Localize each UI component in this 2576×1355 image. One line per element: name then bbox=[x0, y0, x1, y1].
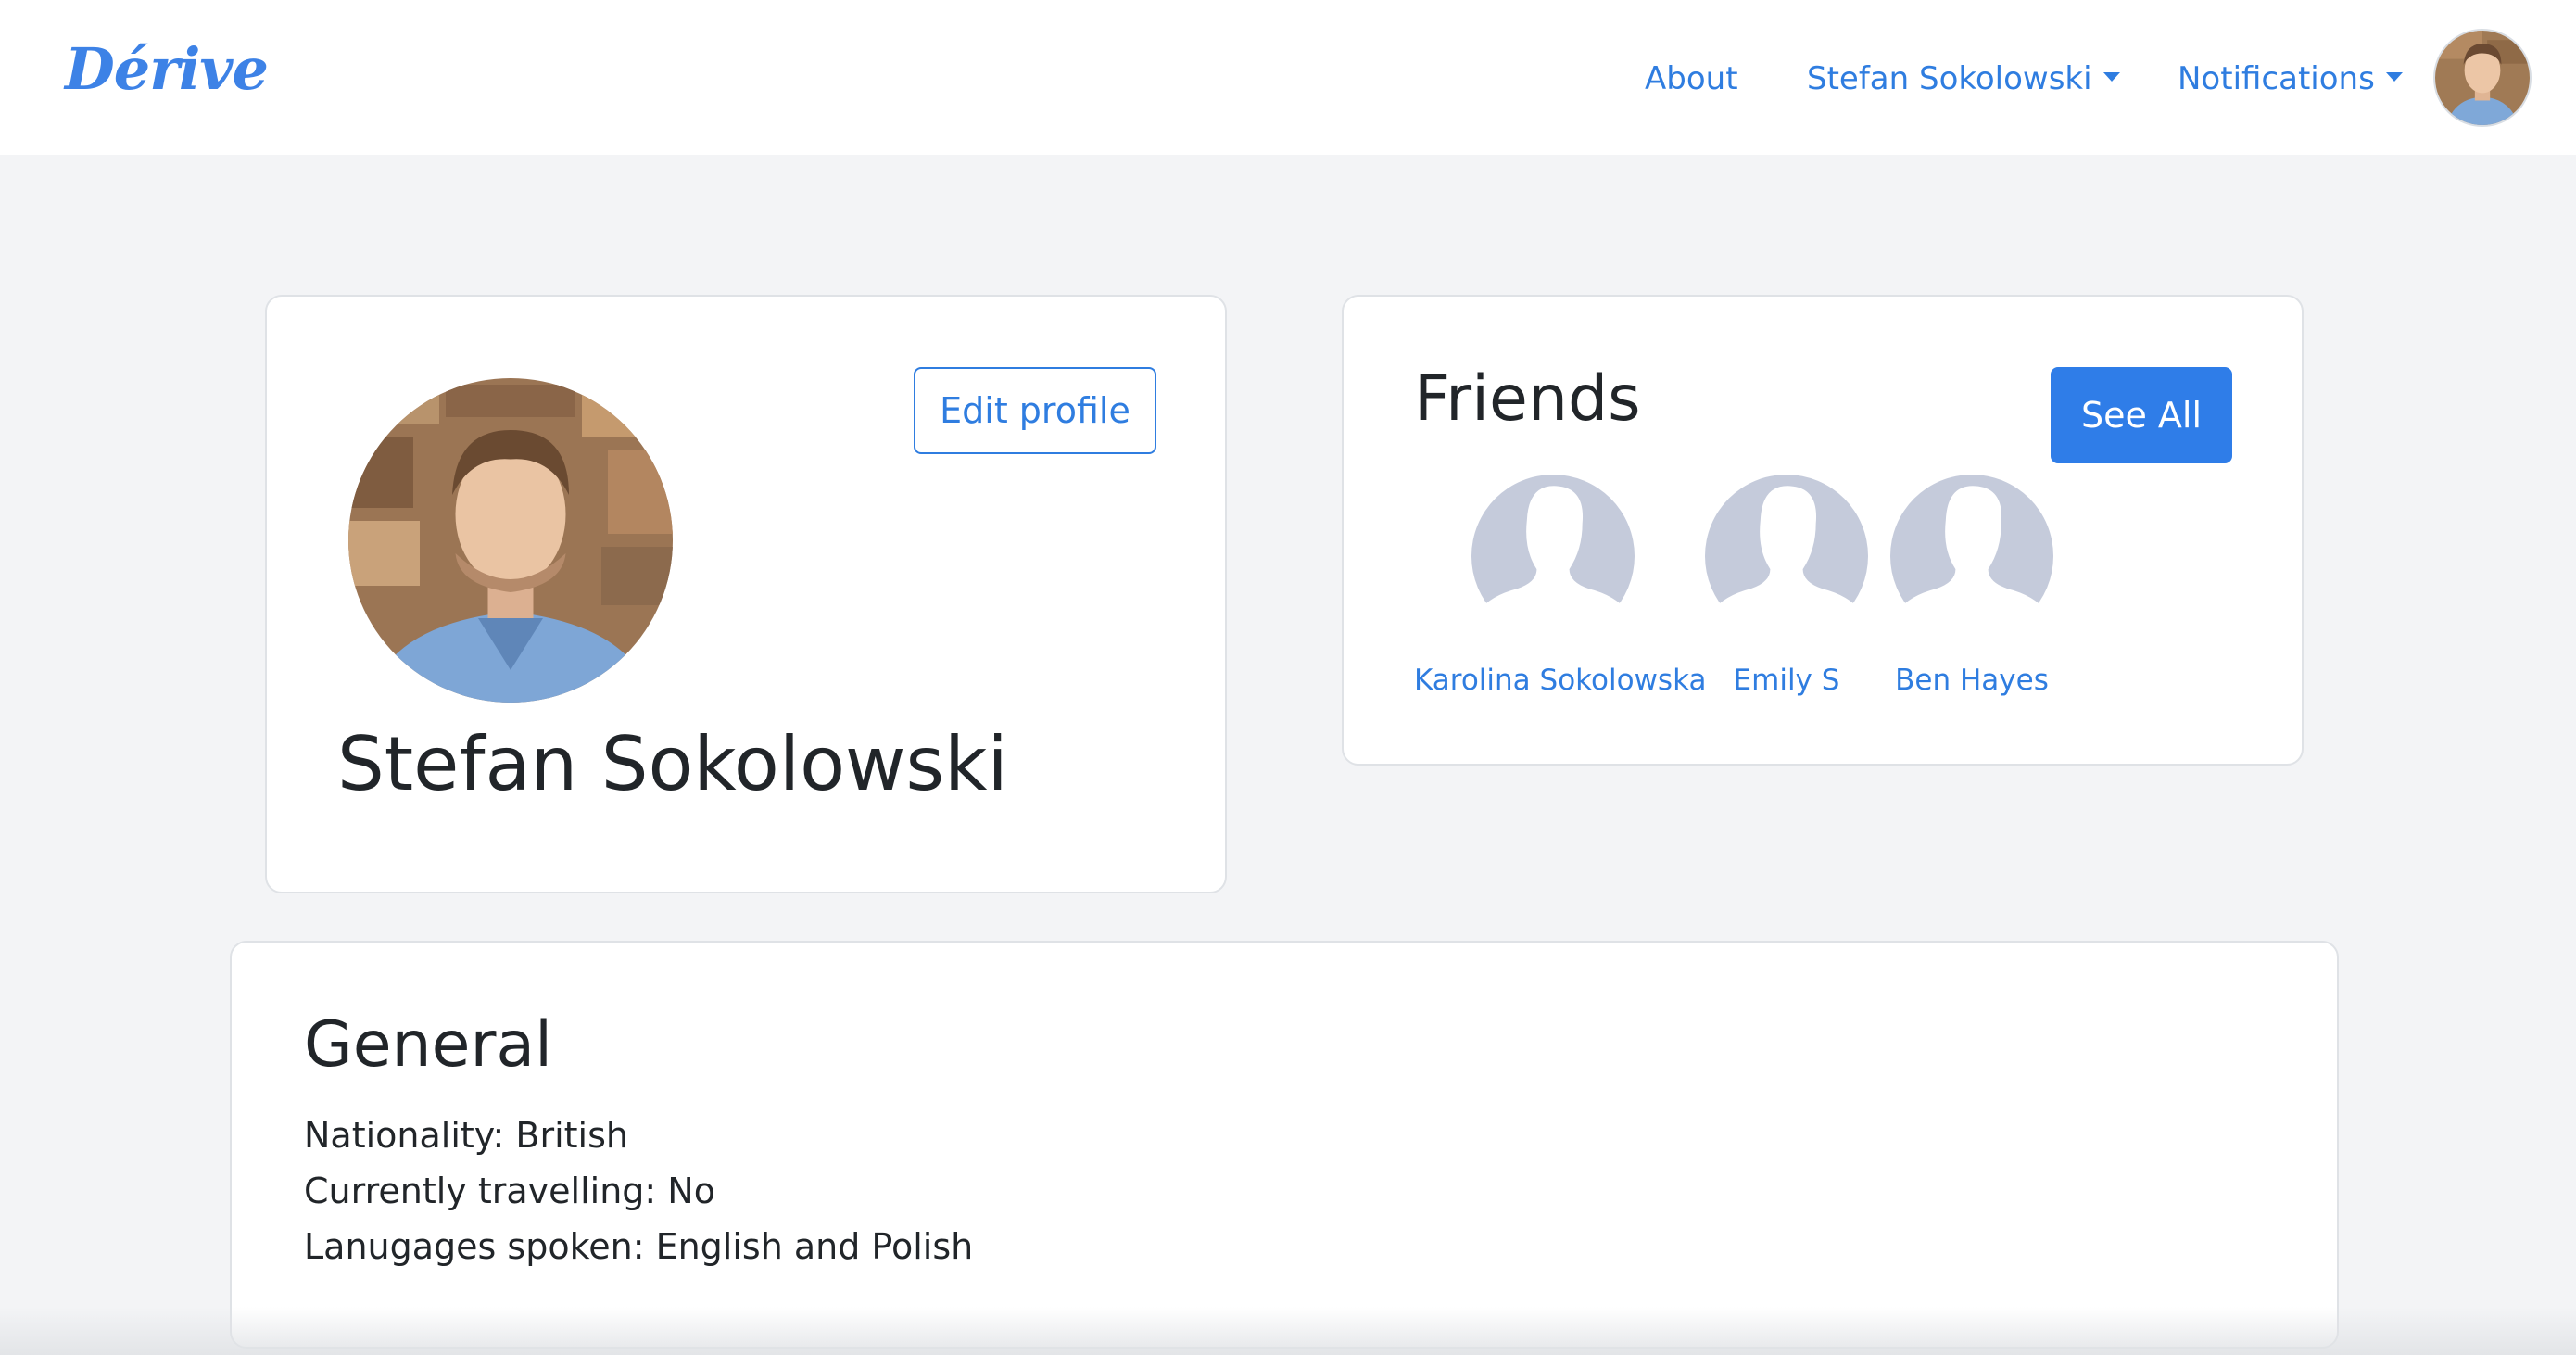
profile-card: Edit profile Stefan Sokolowski bbox=[265, 295, 1227, 893]
friend-item[interactable]: Karolina Sokolowska bbox=[1414, 475, 1707, 697]
profile-photo-icon bbox=[348, 378, 673, 703]
general-info-card: General Nationality: British Currently t… bbox=[230, 941, 2339, 1349]
see-all-friends-button[interactable]: See All bbox=[2051, 367, 2232, 463]
friend-name: Emily S bbox=[1733, 664, 1840, 697]
edit-profile-button[interactable]: Edit profile bbox=[914, 367, 1156, 454]
general-info-list: Nationality: British Currently travellin… bbox=[304, 1108, 973, 1274]
friends-card: Friends See All Karolina Sokolowska Emil… bbox=[1342, 295, 2304, 766]
chevron-down-icon bbox=[2102, 71, 2120, 82]
default-avatar-icon bbox=[1471, 475, 1635, 638]
nav-notifications-label: Notifications bbox=[2178, 60, 2375, 97]
travelling-status-line: Currently travelling: No bbox=[304, 1171, 715, 1211]
default-avatar-icon bbox=[1890, 475, 2053, 638]
friends-heading: Friends bbox=[1414, 362, 1641, 436]
general-heading: General bbox=[304, 1008, 552, 1082]
friend-name: Ben Hayes bbox=[1895, 664, 2049, 697]
user-photo-icon bbox=[2435, 31, 2530, 125]
brand-logo[interactable]: Dérive bbox=[65, 35, 269, 103]
friend-name: Karolina Sokolowska bbox=[1414, 664, 1707, 697]
friend-item[interactable]: Emily S bbox=[1705, 475, 1868, 697]
profile-name: Stefan Sokolowski bbox=[337, 721, 1008, 807]
friend-item[interactable]: Ben Hayes bbox=[1890, 475, 2053, 697]
nationality-line: Nationality: British bbox=[304, 1115, 628, 1156]
top-navbar: Dérive About Stefan Sokolowski Notificat… bbox=[0, 0, 2576, 155]
user-avatar[interactable] bbox=[2435, 31, 2530, 125]
nav-dropdown-notifications[interactable]: Notifications bbox=[2178, 56, 2403, 102]
languages-line: Lanugages spoken: English and Polish bbox=[304, 1226, 974, 1267]
nav-dropdown-user[interactable]: Stefan Sokolowski bbox=[1807, 56, 2120, 102]
nav-user-label: Stefan Sokolowski bbox=[1807, 60, 2092, 97]
profile-avatar bbox=[348, 378, 673, 703]
chevron-down-icon bbox=[2385, 71, 2403, 82]
default-avatar-icon bbox=[1705, 475, 1868, 638]
nav-link-about[interactable]: About bbox=[1645, 56, 1738, 102]
